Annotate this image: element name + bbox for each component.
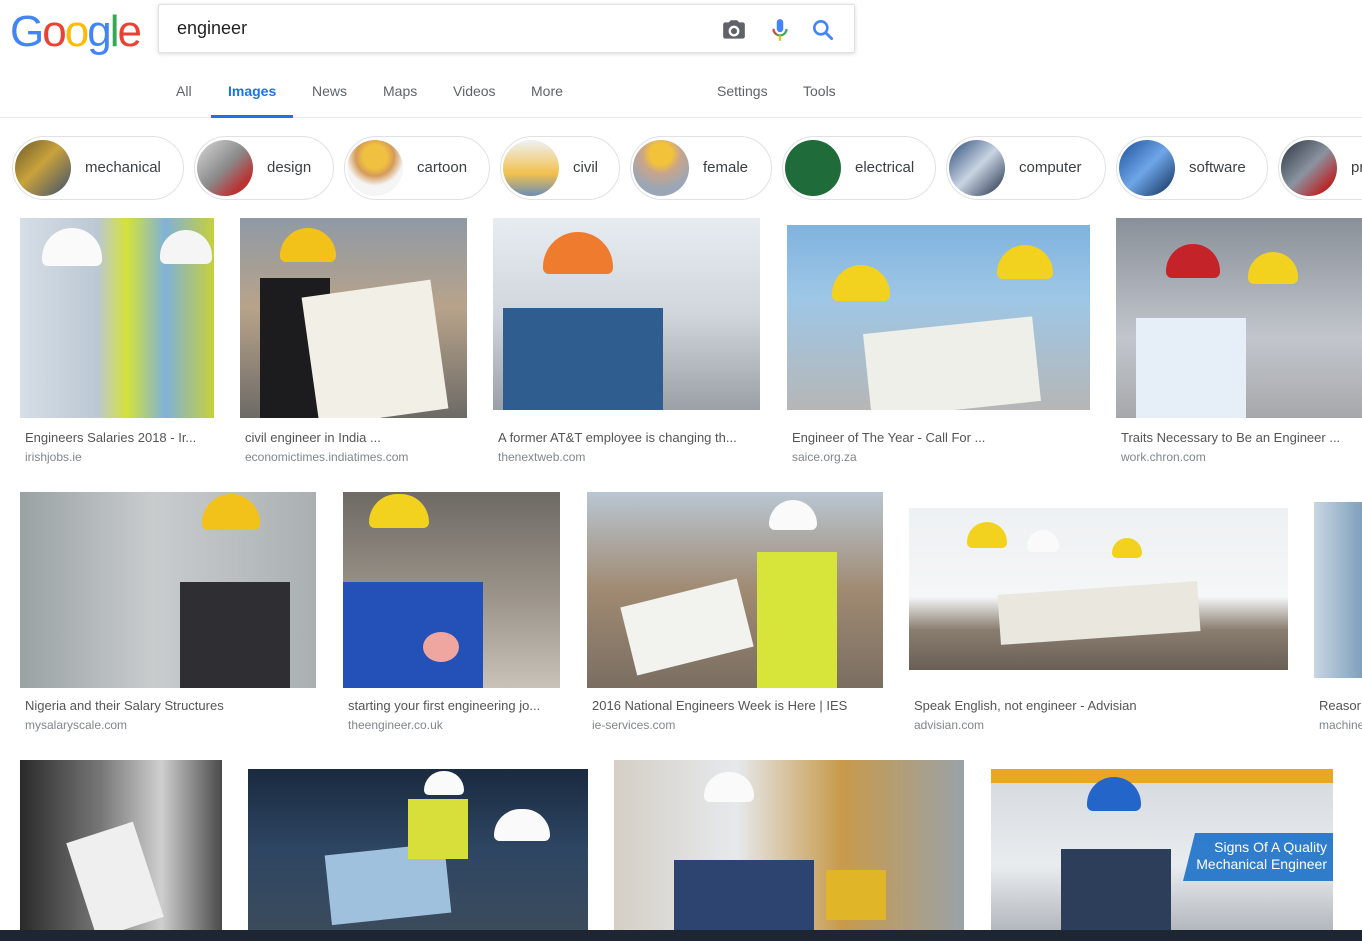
chip-electrical[interactable]: electrical [782,136,936,200]
image-result[interactable] [614,760,964,930]
result-source[interactable]: economictimes.indiatimes.com [245,450,465,464]
chip-thumbnail [1281,140,1337,196]
search-icon[interactable] [810,17,836,43]
tab-all[interactable]: All [176,83,192,118]
image-result[interactable]: Signs Of A Quality Mechanical Engineer [991,769,1333,930]
result-title[interactable]: A former AT&T employee is changing th... [498,430,758,445]
result-image[interactable]: Signs Of A Quality Mechanical Engineer [991,769,1333,930]
chip-thumbnail [949,140,1005,196]
result-image[interactable] [493,218,760,410]
tab-more[interactable]: More [531,83,563,118]
image-result[interactable] [20,760,222,930]
chip-software[interactable]: software [1116,136,1268,200]
chip-thumbnail [347,140,403,196]
google-logo[interactable]: Google [10,10,142,54]
result-image[interactable] [248,769,588,930]
result-source[interactable]: mysalaryscale.com [25,718,315,732]
result-image[interactable] [614,760,964,930]
chip-thumbnail [503,140,559,196]
result-title[interactable]: Engineer of The Year - Call For ... [792,430,1088,445]
result-image[interactable] [20,218,214,418]
chip-computer[interactable]: computer [946,136,1106,200]
image-result[interactable]: Nigeria and their Salary Structures mysa… [20,492,316,736]
tab-maps[interactable]: Maps [383,83,417,118]
chip-label: civil [573,159,598,176]
search-box [158,4,855,53]
result-title[interactable]: Traits Necessary to Be an Engineer ... [1121,430,1361,445]
result-title[interactable]: starting your first engineering jo... [348,698,558,713]
result-image[interactable] [787,225,1090,410]
image-result[interactable]: starting your first engineering jo... th… [343,492,560,736]
chip-mechanical[interactable]: mechanical [12,136,184,200]
camera-icon[interactable] [721,17,747,43]
chip-label: software [1189,159,1246,176]
chip-cartoon[interactable]: cartoon [344,136,490,200]
result-source[interactable]: irishjobs.ie [25,450,213,464]
chip-label: female [703,159,749,176]
result-source[interactable]: theengineer.co.uk [348,718,558,732]
result-image[interactable] [1314,502,1362,678]
chip-thumbnail [197,140,253,196]
chip-thumbnail [633,140,689,196]
result-title[interactable]: civil engineer in India ... [245,430,465,445]
image-result[interactable]: Reasor machine [1314,492,1362,736]
chip-pr[interactable]: pr [1278,136,1362,200]
result-image[interactable] [587,492,883,688]
result-image[interactable] [343,492,560,688]
chip-label: mechanical [85,159,161,176]
mic-icon[interactable] [767,17,793,43]
image-result[interactable]: Engineers Salaries 2018 - Ir... irishjob… [20,218,214,468]
result-title[interactable]: Engineers Salaries 2018 - Ir... [25,430,213,445]
result-image[interactable] [20,492,316,688]
result-source[interactable]: machine [1319,718,1362,732]
result-source[interactable]: work.chron.com [1121,450,1361,464]
chip-thumbnail [15,140,71,196]
chip-label: computer [1019,159,1082,176]
search-tabs: All Images News Maps Videos More Setting… [0,70,1362,118]
result-image[interactable] [20,760,222,930]
tab-images[interactable]: Images [211,83,294,118]
result-source[interactable]: saice.org.za [792,450,1088,464]
result-image[interactable] [909,508,1288,670]
chip-thumbnail [785,140,841,196]
result-image[interactable] [240,218,467,418]
chip-civil[interactable]: civil [500,136,620,200]
result-title[interactable]: Nigeria and their Salary Structures [25,698,315,713]
image-result[interactable]: Engineer of The Year - Call For ... saic… [787,218,1090,468]
image-overlay-line2: Mechanical Engineer [1196,856,1327,872]
tab-videos[interactable]: Videos [453,83,496,118]
taskbar [0,930,1362,941]
image-result[interactable]: Speak English, not engineer - Advisian a… [909,492,1288,736]
image-result[interactable] [248,769,588,930]
chip-thumbnail [1119,140,1175,196]
search-input[interactable] [177,5,697,52]
chip-design[interactable]: design [194,136,334,200]
tab-settings[interactable]: Settings [717,83,768,118]
image-result[interactable]: civil engineer in India ... economictime… [240,218,467,468]
chip-label: pr [1351,159,1362,176]
image-overlay-line1: Signs Of A Quality [1214,839,1327,855]
tab-news[interactable]: News [312,83,347,118]
result-image[interactable] [1116,218,1362,418]
related-searches: mechanical design cartoon civil female e… [0,136,1362,200]
chip-female[interactable]: female [630,136,772,200]
tab-tools[interactable]: Tools [803,83,836,118]
result-source[interactable]: thenextweb.com [498,450,758,464]
result-title[interactable]: 2016 National Engineers Week is Here | I… [592,698,882,713]
image-result[interactable]: Traits Necessary to Be an Engineer ... w… [1116,218,1362,468]
result-source[interactable]: ie-services.com [592,718,882,732]
result-source[interactable]: advisian.com [914,718,1286,732]
image-result[interactable]: A former AT&T employee is changing th...… [493,218,760,468]
result-title[interactable]: Speak English, not engineer - Advisian [914,698,1286,713]
result-title[interactable]: Reasor [1319,698,1362,713]
chip-label: cartoon [417,159,468,176]
chip-label: design [267,159,312,176]
chip-label: electrical [855,159,915,176]
image-result[interactable]: 2016 National Engineers Week is Here | I… [587,492,883,736]
